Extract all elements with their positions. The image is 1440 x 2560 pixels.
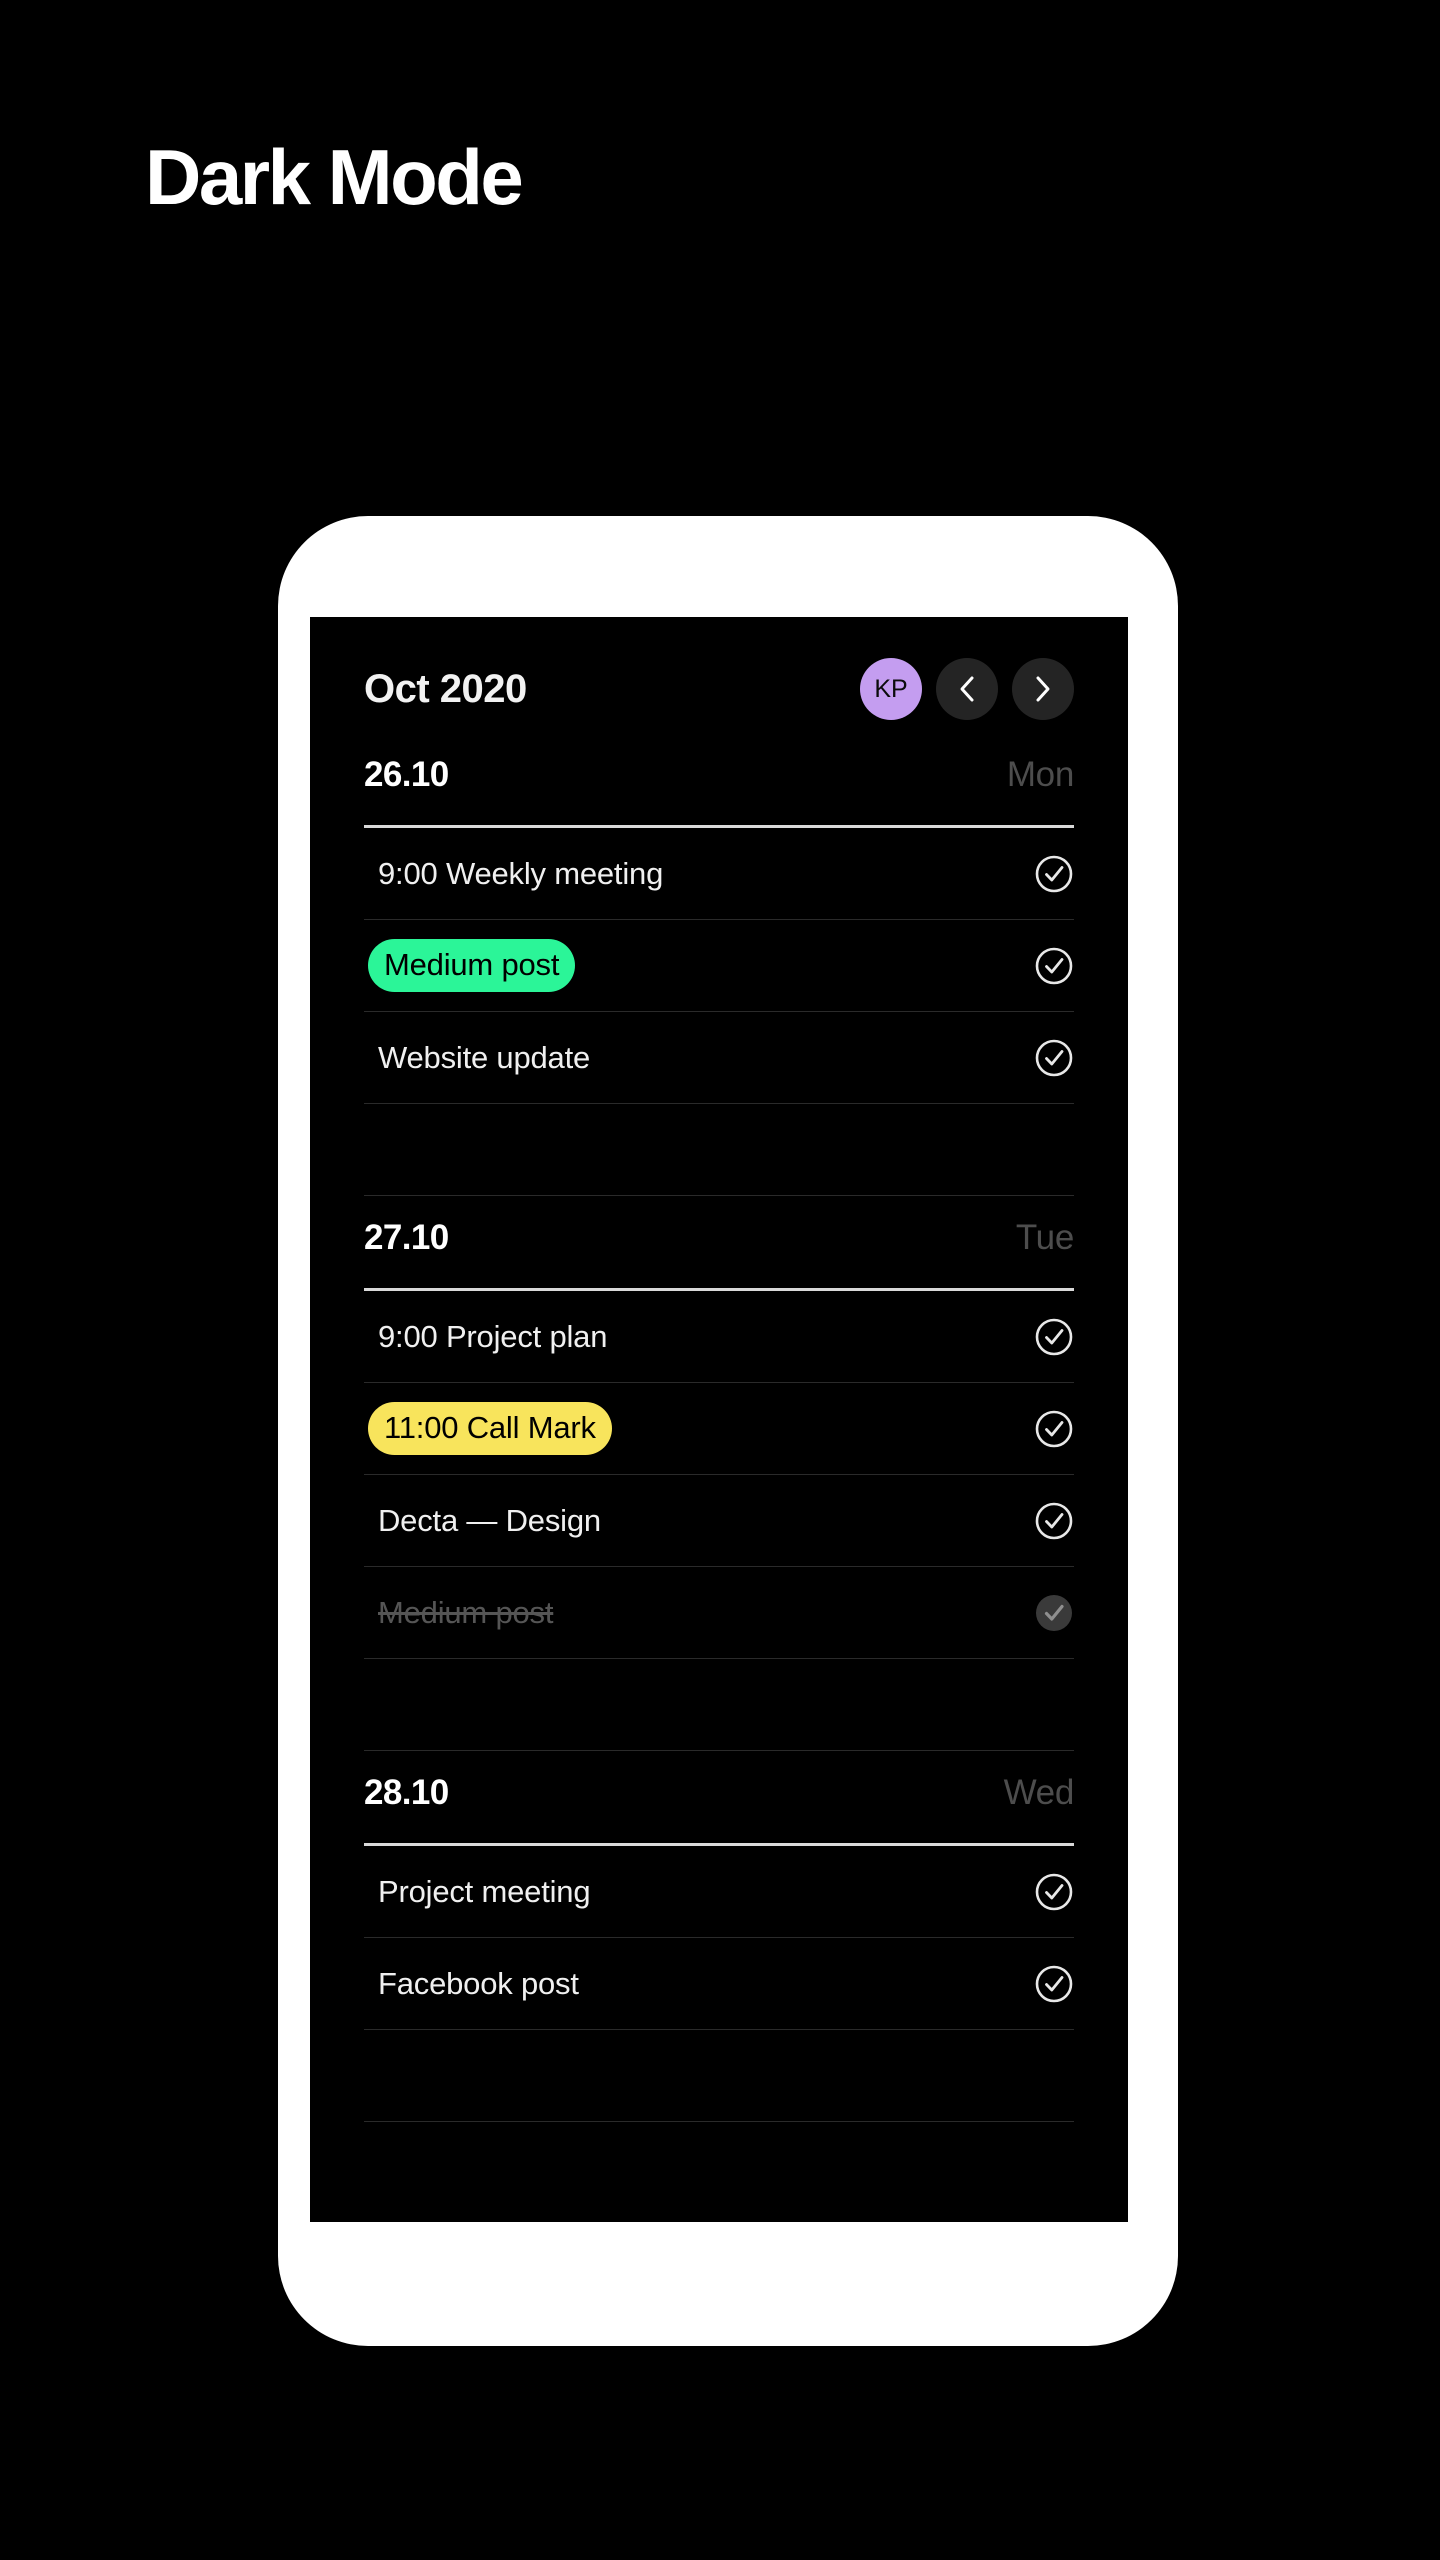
task-check-icon[interactable] (1034, 1038, 1074, 1078)
task-label: Project meeting (378, 1873, 591, 1909)
task-check-icon[interactable] (1034, 1409, 1074, 1449)
task-label: 9:00 Weekly meeting (378, 855, 664, 891)
day-weekday: Wed (1003, 1773, 1075, 1812)
day-header: 27.10 Tue (364, 1218, 1074, 1288)
task-check-icon[interactable] (1034, 946, 1074, 986)
day-weekday: Mon (1006, 755, 1074, 794)
app-content: Oct 2020 KP 26.10 Mon 9:00 Weekly meetin… (310, 617, 1128, 2122)
page-root: Dark Mode Oct 2020 KP 26.10 Mon 9:00 Wee… (0, 0, 1440, 2560)
task-check-icon[interactable] (1034, 1964, 1074, 2004)
task-row-empty[interactable] (364, 2030, 1074, 2122)
chevron-left-icon (955, 674, 979, 704)
phone-screen: Oct 2020 KP 26.10 Mon 9:00 Weekly meetin… (310, 617, 1128, 2222)
day-group: 28.10 Wed Project meeting Facebook post (364, 1773, 1074, 2122)
task-row-empty[interactable] (364, 1659, 1074, 1751)
page-title: Dark Mode (145, 133, 524, 221)
day-weekday: Tue (1015, 1218, 1074, 1257)
task-label: Medium post (368, 939, 576, 992)
prev-month-button[interactable] (936, 658, 998, 720)
avatar-initials: KP (874, 674, 908, 703)
month-label: Oct 2020 (364, 666, 527, 711)
task-row[interactable]: Decta — Design (364, 1475, 1074, 1567)
app-header: Oct 2020 KP (364, 617, 1074, 733)
task-row[interactable]: Project meeting (364, 1846, 1074, 1938)
task-row[interactable]: 9:00 Project plan (364, 1291, 1074, 1383)
task-label: Facebook post (378, 1965, 579, 2001)
next-month-button[interactable] (1012, 658, 1074, 720)
avatar[interactable]: KP (860, 658, 922, 720)
task-check-icon[interactable] (1034, 1872, 1074, 1912)
day-group: 27.10 Tue 9:00 Project plan 11:00 Call Mark… (364, 1218, 1074, 1751)
task-row[interactable]: Medium post (364, 1567, 1074, 1659)
header-actions: KP (860, 658, 1074, 720)
task-row[interactable]: Medium post (364, 920, 1074, 1012)
task-row[interactable]: Website update (364, 1012, 1074, 1104)
task-checked-icon[interactable] (1034, 1593, 1074, 1633)
task-label: Decta — Design (378, 1502, 601, 1538)
chevron-right-icon (1031, 674, 1055, 704)
day-list: 26.10 Mon 9:00 Weekly meeting Medium post We… (364, 755, 1074, 2122)
day-date: 26.10 (364, 755, 449, 794)
task-check-icon[interactable] (1034, 1501, 1074, 1541)
task-check-icon[interactable] (1034, 854, 1074, 894)
task-label: 9:00 Project plan (378, 1318, 608, 1354)
day-header: 26.10 Mon (364, 755, 1074, 825)
task-row[interactable]: Facebook post (364, 1938, 1074, 2030)
task-row[interactable]: 11:00 Call Mark (364, 1383, 1074, 1475)
task-check-icon[interactable] (1034, 1317, 1074, 1357)
day-date: 28.10 (364, 1773, 449, 1812)
day-header: 28.10 Wed (364, 1773, 1074, 1843)
task-label: Medium post (378, 1594, 554, 1630)
task-label: 11:00 Call Mark (368, 1402, 612, 1455)
day-group: 26.10 Mon 9:00 Weekly meeting Medium post We… (364, 755, 1074, 1196)
day-date: 27.10 (364, 1218, 449, 1257)
task-row[interactable]: 9:00 Weekly meeting (364, 828, 1074, 920)
task-label: Website update (378, 1039, 591, 1075)
task-row-empty[interactable] (364, 1104, 1074, 1196)
